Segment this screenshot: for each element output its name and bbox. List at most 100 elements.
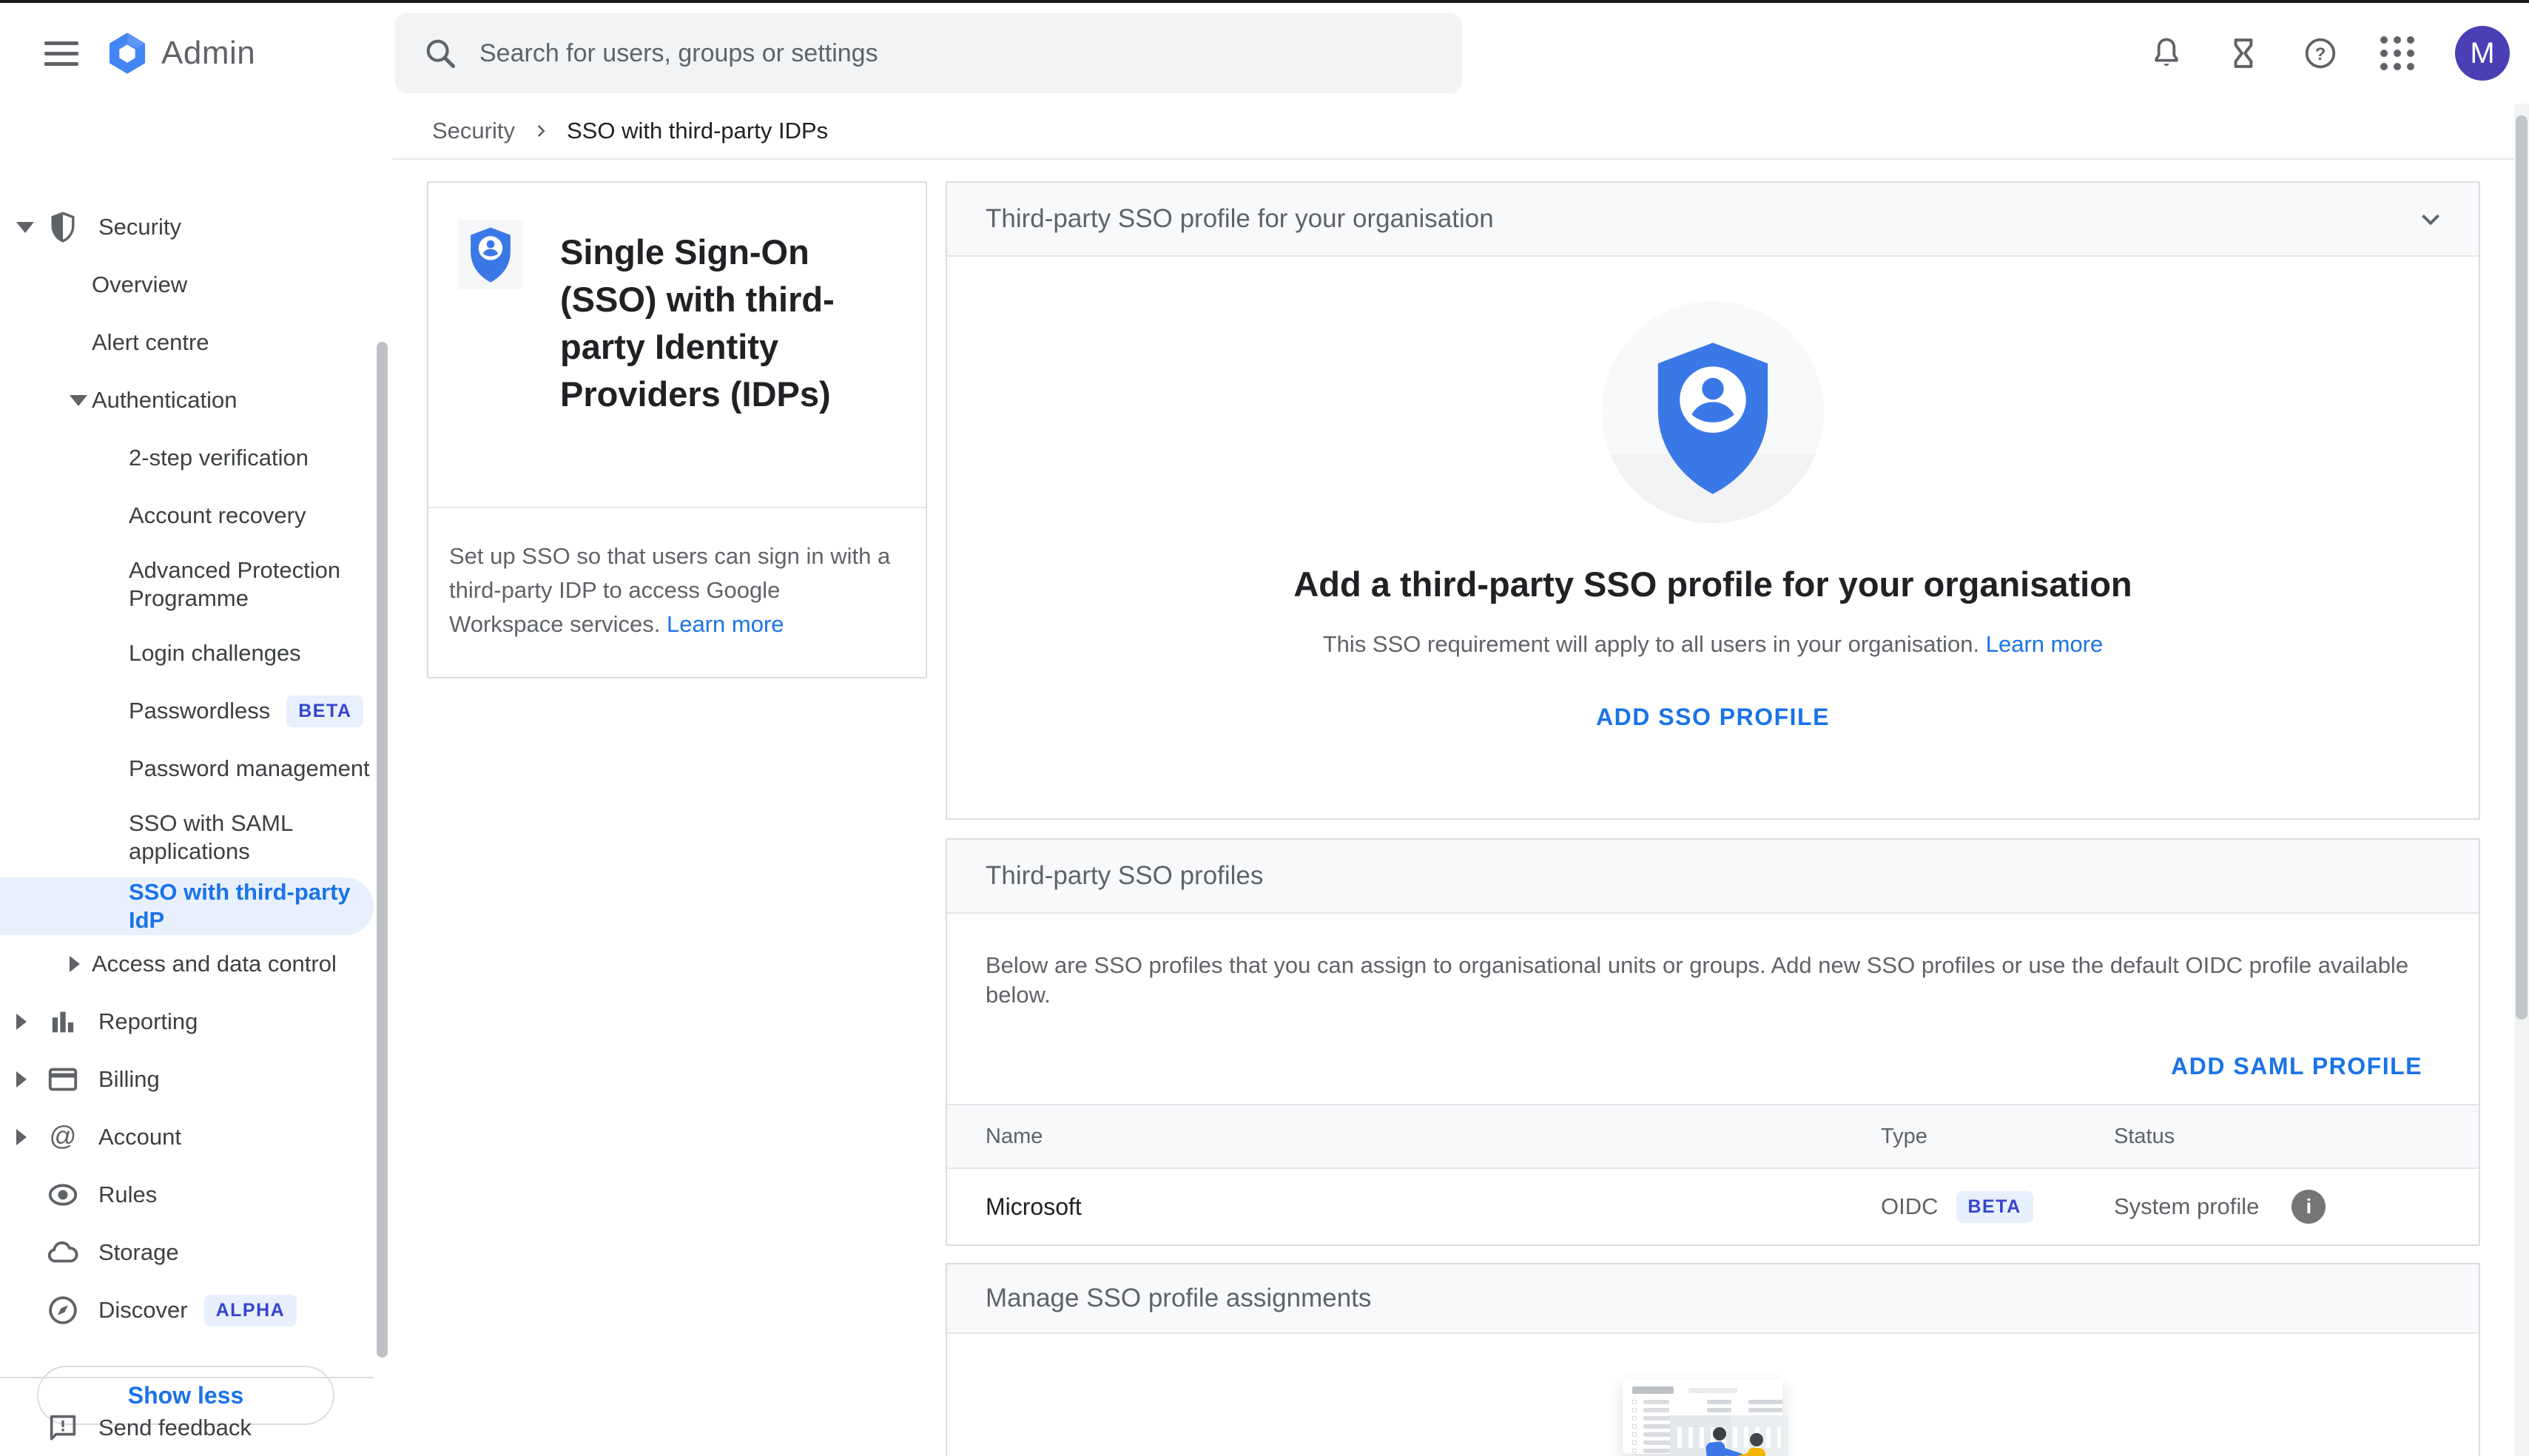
sidebar-item-passwordless[interactable]: Passwordless BETA [0, 682, 374, 740]
at-sign-icon: @ [46, 1120, 80, 1154]
sso-profiles-card-header: Third-party SSO profiles [947, 840, 2479, 914]
sidebar-item-label: Reporting [98, 1008, 198, 1034]
sidebar-item-sso-with-third-party-idp[interactable]: SSO with third-party IdP [0, 877, 374, 935]
breadcrumb: Security SSO with third-party IDPs [392, 104, 2529, 160]
sidebar-item-sso-with-saml-applications[interactable]: SSO with SAML applications [0, 798, 374, 877]
topbar-actions: ? M [2147, 3, 2510, 104]
sidebar-item-label: Overview [92, 272, 188, 297]
menu-icon[interactable] [21, 41, 102, 66]
sidebar-item-advanced-protection-programme[interactable]: Advanced Protection Programme [0, 545, 374, 624]
sidebar-nav: Security Overview Alert centre Authenticati… [0, 104, 392, 1456]
sidebar-item-storage[interactable]: Storage [0, 1224, 374, 1281]
manage-assignments-card: Manage SSO profile assignments [946, 1263, 2480, 1456]
sso-profiles-card-title: Third-party SSO profiles [986, 861, 1264, 890]
sidebar-item-rules[interactable]: Rules [0, 1166, 374, 1224]
sidebar-item-account[interactable]: @ Account [0, 1108, 374, 1166]
column-type: Type [1881, 1124, 1927, 1148]
sidebar-item-label: Login challenges [129, 640, 301, 666]
sidebar-item-label: Passwordless [129, 698, 271, 724]
profile-name: Microsoft [986, 1193, 1082, 1220]
overview-learn-more-link[interactable]: Learn more [667, 611, 784, 637]
empty-state-description: This SSO requirement will apply to all u… [1323, 631, 2104, 658]
help-icon[interactable]: ? [2301, 34, 2340, 73]
sso-profile-card: Third-party SSO profile for your organis… [946, 181, 2480, 820]
sidebar-item-label: Account recovery [129, 502, 306, 528]
feedback-icon [50, 1415, 76, 1440]
overview-description: Set up SSO so that users can sign in wit… [428, 507, 926, 677]
settings-cards: Third-party SSO profile for your organis… [946, 181, 2480, 1456]
badge: BETA [286, 695, 364, 727]
sidebar-item-login-challenges[interactable]: Login challenges [0, 624, 374, 682]
sidebar-item-alert-centre[interactable]: Alert centre [0, 314, 374, 371]
page-title: Single Sign-On (SSO) with third-party Id… [560, 232, 835, 414]
sidebar-item-password-management[interactable]: Password management [0, 740, 374, 798]
illustration-person-yellow [1734, 1433, 1766, 1456]
sso-profiles-description: Below are SSO profiles that you can assi… [986, 952, 2409, 1008]
sidebar-item-label: Billing [98, 1066, 160, 1092]
sidebar-item-overview[interactable]: Overview [0, 256, 374, 314]
caret-right-icon [16, 1071, 27, 1088]
breadcrumb-security-link[interactable]: Security [432, 118, 515, 144]
sidebar-item-billing[interactable]: Billing [0, 1051, 374, 1108]
profiles-table-header: Name Type Status [947, 1104, 2479, 1169]
column-status: Status [2114, 1124, 2175, 1148]
send-feedback-label: Send feedback [98, 1415, 252, 1440]
sidebar-item-reporting[interactable]: Reporting [0, 993, 374, 1051]
sidebar-item-label: Rules [98, 1182, 158, 1207]
profile-table-row[interactable]: Microsoft OIDC BETA System profile i [947, 1169, 2479, 1244]
svg-text:@: @ [50, 1121, 77, 1151]
shield-illustration [1602, 301, 1824, 523]
sidebar-item-label: Account [98, 1124, 182, 1150]
caret-down-icon [16, 221, 34, 233]
sso-learn-more-link[interactable]: Learn more [1986, 631, 2104, 657]
sidebar-item-label: 2-step verification [129, 445, 309, 471]
caret-right-icon [70, 956, 80, 972]
sidebar-item-2-step-verification[interactable]: 2-step verification [0, 429, 374, 487]
sidebar-item-discover[interactable]: Discover ALPHA [0, 1281, 374, 1339]
sidebar-item-label: Alert centre [92, 329, 209, 355]
sidebar-scrollbar[interactable] [377, 342, 388, 1358]
info-icon[interactable]: i [2291, 1190, 2326, 1224]
breadcrumb-chevron-icon [531, 121, 550, 141]
empty-state-title: Add a third-party SSO profile for your o… [1293, 564, 2132, 604]
sso-profile-card-header[interactable]: Third-party SSO profile for your organis… [947, 183, 2479, 257]
shield-icon [46, 210, 80, 244]
sidebar-item-label: SSO with SAML applications [129, 810, 293, 864]
notifications-bell-icon[interactable] [2147, 34, 2186, 73]
sso-profiles-card: Third-party SSO profiles Below are SSO p… [946, 838, 2480, 1246]
apps-grid-icon[interactable] [2378, 34, 2417, 73]
sidebar-item-account-recovery[interactable]: Account recovery [0, 487, 374, 545]
add-saml-profile-button[interactable]: ADD SAML PROFILE [2153, 1042, 2440, 1091]
google-admin-logo[interactable]: Admin [104, 30, 255, 77]
sidebar-item-access-and-data-control[interactable]: Access and data control [0, 935, 374, 993]
account-avatar[interactable]: M [2455, 26, 2510, 81]
admin-search-bar[interactable] [395, 13, 1462, 93]
sidebar-item-security[interactable]: Security [0, 198, 374, 256]
sidebar-item-authentication[interactable]: Authentication [0, 371, 374, 429]
sso-overview-card: Single Sign-On (SSO) with third-party Id… [427, 181, 927, 678]
compass-icon [46, 1293, 80, 1327]
collapse-chevron-down-icon[interactable] [2414, 202, 2448, 236]
page-scrollbar-thumb[interactable] [2516, 115, 2528, 1019]
credit-card-icon [46, 1062, 80, 1096]
bar-chart-icon [46, 1005, 80, 1039]
add-sso-profile-button[interactable]: ADD SSO PROFILE [1578, 693, 1848, 741]
sso-shield-icon [458, 220, 523, 289]
empty-state-description-text: This SSO requirement will apply to all u… [1322, 631, 1986, 657]
column-name: Name [986, 1124, 1043, 1148]
sidebar-item-label: Security [98, 214, 181, 240]
search-input[interactable] [479, 38, 1367, 68]
rules-icon [46, 1178, 80, 1212]
search-icon [426, 39, 455, 68]
sidebar-item-label: SSO with third-party IdP [129, 879, 351, 933]
breadcrumb-current: SSO with third-party IDPs [566, 118, 829, 144]
beta-badge: BETA [1956, 1190, 2033, 1223]
send-feedback-button[interactable]: Send feedback [0, 1400, 374, 1456]
page-scrollbar[interactable] [2514, 104, 2529, 1456]
svg-text:?: ? [2315, 44, 2326, 64]
sidebar-item-label: Authentication [92, 387, 238, 413]
profile-status: System profile [2114, 1193, 2260, 1219]
tasks-hourglass-icon[interactable] [2224, 34, 2263, 73]
sidebar-item-label: Access and data control [92, 951, 337, 977]
caret-down-icon [70, 394, 87, 406]
